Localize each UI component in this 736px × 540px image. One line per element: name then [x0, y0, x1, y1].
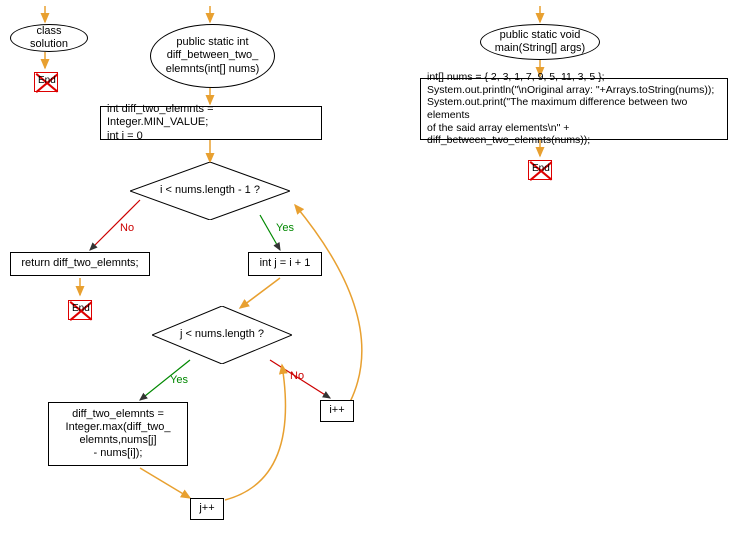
cond-j-text: j < nums.length ? — [180, 328, 264, 341]
i-inc-text: i++ — [329, 404, 344, 417]
end-label-2: End — [72, 303, 90, 314]
func-main-text: public static void main(String[] args) — [495, 29, 585, 55]
node-class-solution: class solution — [10, 24, 88, 52]
node-cond-j: j < nums.length ? — [152, 306, 292, 364]
node-func-diff: public static int diff_between_two_ elem… — [150, 24, 275, 88]
class-solution-text: class solution — [19, 25, 79, 51]
node-init-block: int diff_two_elemnts = Integer.MIN_VALUE… — [100, 106, 322, 140]
j-inc-text: j++ — [199, 502, 214, 515]
init-block-text: int diff_two_elemnts = Integer.MIN_VALUE… — [107, 103, 315, 143]
end-label-3: End — [532, 163, 550, 174]
cond-i-text: i < nums.length - 1 ? — [160, 184, 260, 197]
func-diff-text: public static int diff_between_two_ elem… — [166, 36, 260, 76]
node-max-block: diff_two_elemnts = Integer.max(diff_two_… — [48, 402, 188, 466]
node-i-inc: i++ — [320, 400, 354, 422]
end-node-2: End — [66, 298, 94, 322]
edge-cond-i-no: No — [120, 222, 134, 234]
edge-cond-j-yes: Yes — [170, 374, 188, 386]
int-j-text: int j = i + 1 — [260, 257, 311, 270]
edge-cond-j-no: No — [290, 370, 304, 382]
max-block-text: diff_two_elemnts = Integer.max(diff_two_… — [66, 408, 171, 461]
node-return: return diff_two_elemnts; — [10, 252, 150, 276]
main-body-text: int[] nums = { 2, 3, 1, 7, 9, 5, 11, 3, … — [427, 71, 721, 147]
end-label-1: End — [38, 75, 56, 86]
end-node-1: End — [32, 70, 60, 94]
edge-cond-i-yes: Yes — [276, 222, 294, 234]
node-int-j: int j = i + 1 — [248, 252, 322, 276]
end-node-3: End — [526, 158, 554, 182]
node-main-body: int[] nums = { 2, 3, 1, 7, 9, 5, 11, 3, … — [420, 78, 728, 140]
node-j-inc: j++ — [190, 498, 224, 520]
node-cond-i: i < nums.length - 1 ? — [130, 162, 290, 220]
return-text: return diff_two_elemnts; — [21, 257, 138, 270]
node-func-main: public static void main(String[] args) — [480, 24, 600, 60]
